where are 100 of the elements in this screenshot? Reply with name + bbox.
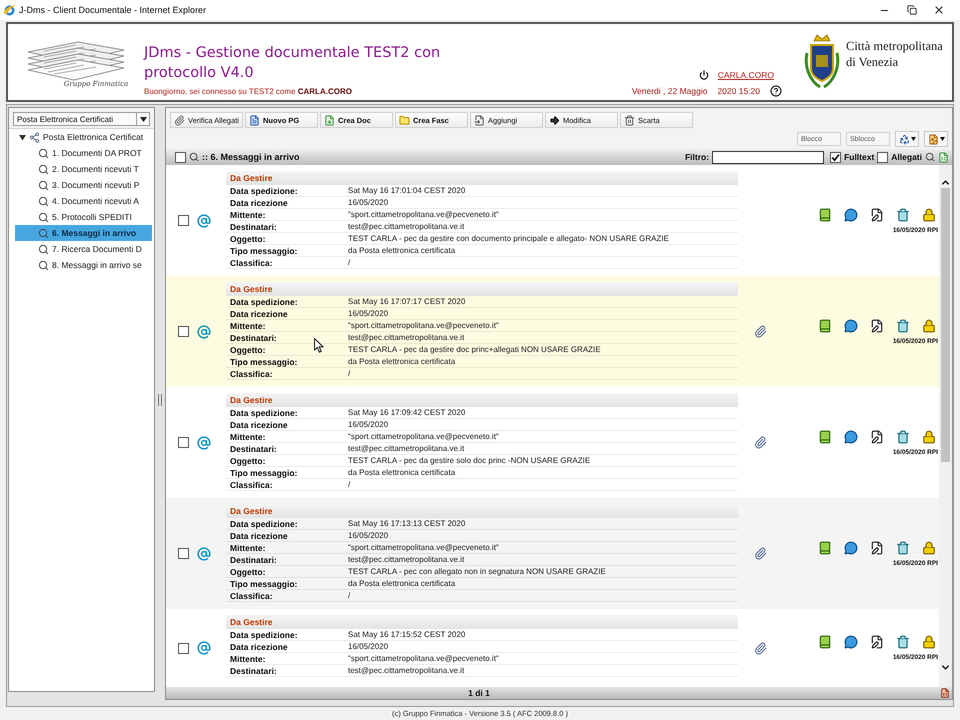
field-label: Data ricezione <box>230 530 288 540</box>
book-icon[interactable] <box>818 430 832 444</box>
paperclip-icon[interactable] <box>754 325 767 338</box>
field-label: Mittente: <box>230 320 266 330</box>
close-icon <box>932 4 944 16</box>
book-icon[interactable] <box>818 318 832 332</box>
document-pen-icon[interactable] <box>870 430 884 444</box>
chat-icon[interactable] <box>844 635 858 649</box>
document-pen-icon[interactable] <box>870 208 884 222</box>
field-value: TEST CARLA - pec da gestire solo doc princ -NON USARE GRAZIE <box>348 456 590 465</box>
magnifier-icon <box>38 148 49 158</box>
field-label: Oggetto: <box>230 344 266 354</box>
field-label: Data spedizione: <box>230 408 298 418</box>
field-label: Data spedizione: <box>230 186 298 196</box>
splitter-handle[interactable] <box>158 394 162 406</box>
field-value: "sport.cittametropolitana.ve@pecveneto.it" <box>348 543 499 552</box>
expand-caret-icon[interactable] <box>19 134 26 140</box>
lock-icon[interactable] <box>922 208 936 222</box>
tree-item[interactable]: 3. Documenti ricevuti P <box>15 177 152 193</box>
field-label: Tipo messaggio: <box>230 356 298 366</box>
date-text: Venerdi , 22 Maggio <box>632 86 708 96</box>
document-pen-icon[interactable] <box>870 318 884 332</box>
scrollbar[interactable] <box>939 165 952 687</box>
bin-icon <box>624 114 635 126</box>
field-label: Classifica: <box>230 258 273 268</box>
field-value: 16/05/2020 <box>348 642 388 651</box>
field-value: da Posta elettronica certificata <box>348 468 456 477</box>
field-value: TEST CARLA - pec da gestire con documento principale e allegato- NON USARE GRAZIE <box>348 234 669 243</box>
tree-item[interactable]: 7. Ricerca Documenti D <box>15 241 152 257</box>
checkbox[interactable] <box>178 326 189 337</box>
field-value: Sat May 16 17:13:13 CEST 2020 <box>348 519 466 528</box>
field-label: Destinatari: <box>230 666 277 676</box>
field-value: Sat May 16 17:01:04 CEST 2020 <box>348 186 466 195</box>
paperclip-icon[interactable] <box>754 436 767 449</box>
field-value: 16/05/2020 <box>348 198 388 207</box>
arrow-icon <box>549 114 560 126</box>
help-icon[interactable] <box>770 85 782 97</box>
tree-item[interactable]: 2. Documenti ricevuti T <box>15 161 152 177</box>
caret-down-icon <box>140 116 146 122</box>
tree-item[interactable]: 6. Messaggi in arrivo <box>15 225 152 241</box>
field-label: Data ricezione <box>230 308 288 318</box>
document-pen-icon[interactable] <box>870 540 884 554</box>
chat-icon[interactable] <box>844 430 858 444</box>
tree-item[interactable]: Posta Elettronica Certificat <box>15 129 152 145</box>
checkbox[interactable] <box>178 437 189 448</box>
checkbox[interactable] <box>830 152 842 162</box>
bin-icon[interactable] <box>896 540 910 554</box>
lock-icon[interactable] <box>922 318 936 332</box>
tree-item[interactable]: 1. Documenti DA PROT <box>15 145 152 161</box>
field-value: "sport.cittametropolitana.ve@pecveneto.it" <box>348 321 499 330</box>
field-value: TEST CARLA - pec con allegato non in segnatura NON USARE GRAZIE <box>348 567 606 576</box>
field-value: "sport.cittametropolitana.ve@pecveneto.it" <box>348 654 499 663</box>
field-label: Classifica: <box>230 480 273 490</box>
checkbox[interactable] <box>178 215 189 226</box>
tree-item[interactable]: 8. Messaggi in arrivo se <box>15 257 152 273</box>
paperclip-icon[interactable] <box>754 547 767 560</box>
field-label: Destinatari: <box>230 222 277 232</box>
lock-icon[interactable] <box>922 430 936 444</box>
tree-item[interactable]: 4. Documenti ricevuti A <box>15 193 152 209</box>
chat-icon[interactable] <box>844 318 858 332</box>
spreadsheet-icon[interactable] <box>940 688 950 698</box>
field-label: Data spedizione: <box>230 630 298 640</box>
bin-icon[interactable] <box>896 318 910 332</box>
at-sign-icon <box>197 214 211 228</box>
list-title: :: 6. Messaggi in arrivo <box>202 152 300 162</box>
time-text: 2020 15:20 <box>717 86 760 96</box>
paperclip-icon[interactable] <box>754 642 767 654</box>
lock-icon[interactable] <box>922 635 936 649</box>
document-pen-icon[interactable] <box>870 635 884 649</box>
recycle-dropdown[interactable] <box>895 131 919 147</box>
field-label: Tipo messaggio: <box>230 578 298 588</box>
chat-icon[interactable] <box>844 540 858 554</box>
bin-icon[interactable] <box>896 208 910 222</box>
filter-field[interactable] <box>712 150 824 164</box>
book-icon[interactable] <box>818 635 832 649</box>
field-value: / <box>348 591 350 600</box>
message-row[interactable] <box>166 276 939 387</box>
scrollbar-thumb[interactable] <box>941 188 950 462</box>
power-icon[interactable] <box>698 70 709 80</box>
bin-icon[interactable] <box>896 635 910 649</box>
field-value: test@pec.cittametropolitana.ve.it <box>348 444 464 453</box>
checkbox[interactable] <box>178 548 189 559</box>
lock-icon[interactable] <box>922 540 936 554</box>
message-row[interactable] <box>166 498 939 609</box>
magnifier-icon <box>38 260 49 270</box>
document-dropdown[interactable] <box>924 131 948 147</box>
section-dropdown[interactable]: Posta Elettronica Certificati <box>13 112 150 126</box>
tree-item[interactable]: 5. Protocolli SPEDITI <box>15 209 152 225</box>
checkbox[interactable] <box>178 642 189 654</box>
checkbox[interactable] <box>175 152 186 162</box>
user-link[interactable]: CARLA.CORO <box>718 70 774 80</box>
field-value: / <box>348 258 350 267</box>
book-icon[interactable] <box>818 540 832 554</box>
window-title: J-Dms - Client Documentale - Internet Explorer <box>19 5 206 15</box>
chat-icon[interactable] <box>844 208 858 222</box>
bin-icon[interactable] <box>896 430 910 444</box>
checkbox[interactable] <box>877 152 888 162</box>
spreadsheet-icon[interactable] <box>938 152 949 162</box>
book-icon[interactable] <box>818 208 832 222</box>
search-icon[interactable] <box>925 152 935 162</box>
